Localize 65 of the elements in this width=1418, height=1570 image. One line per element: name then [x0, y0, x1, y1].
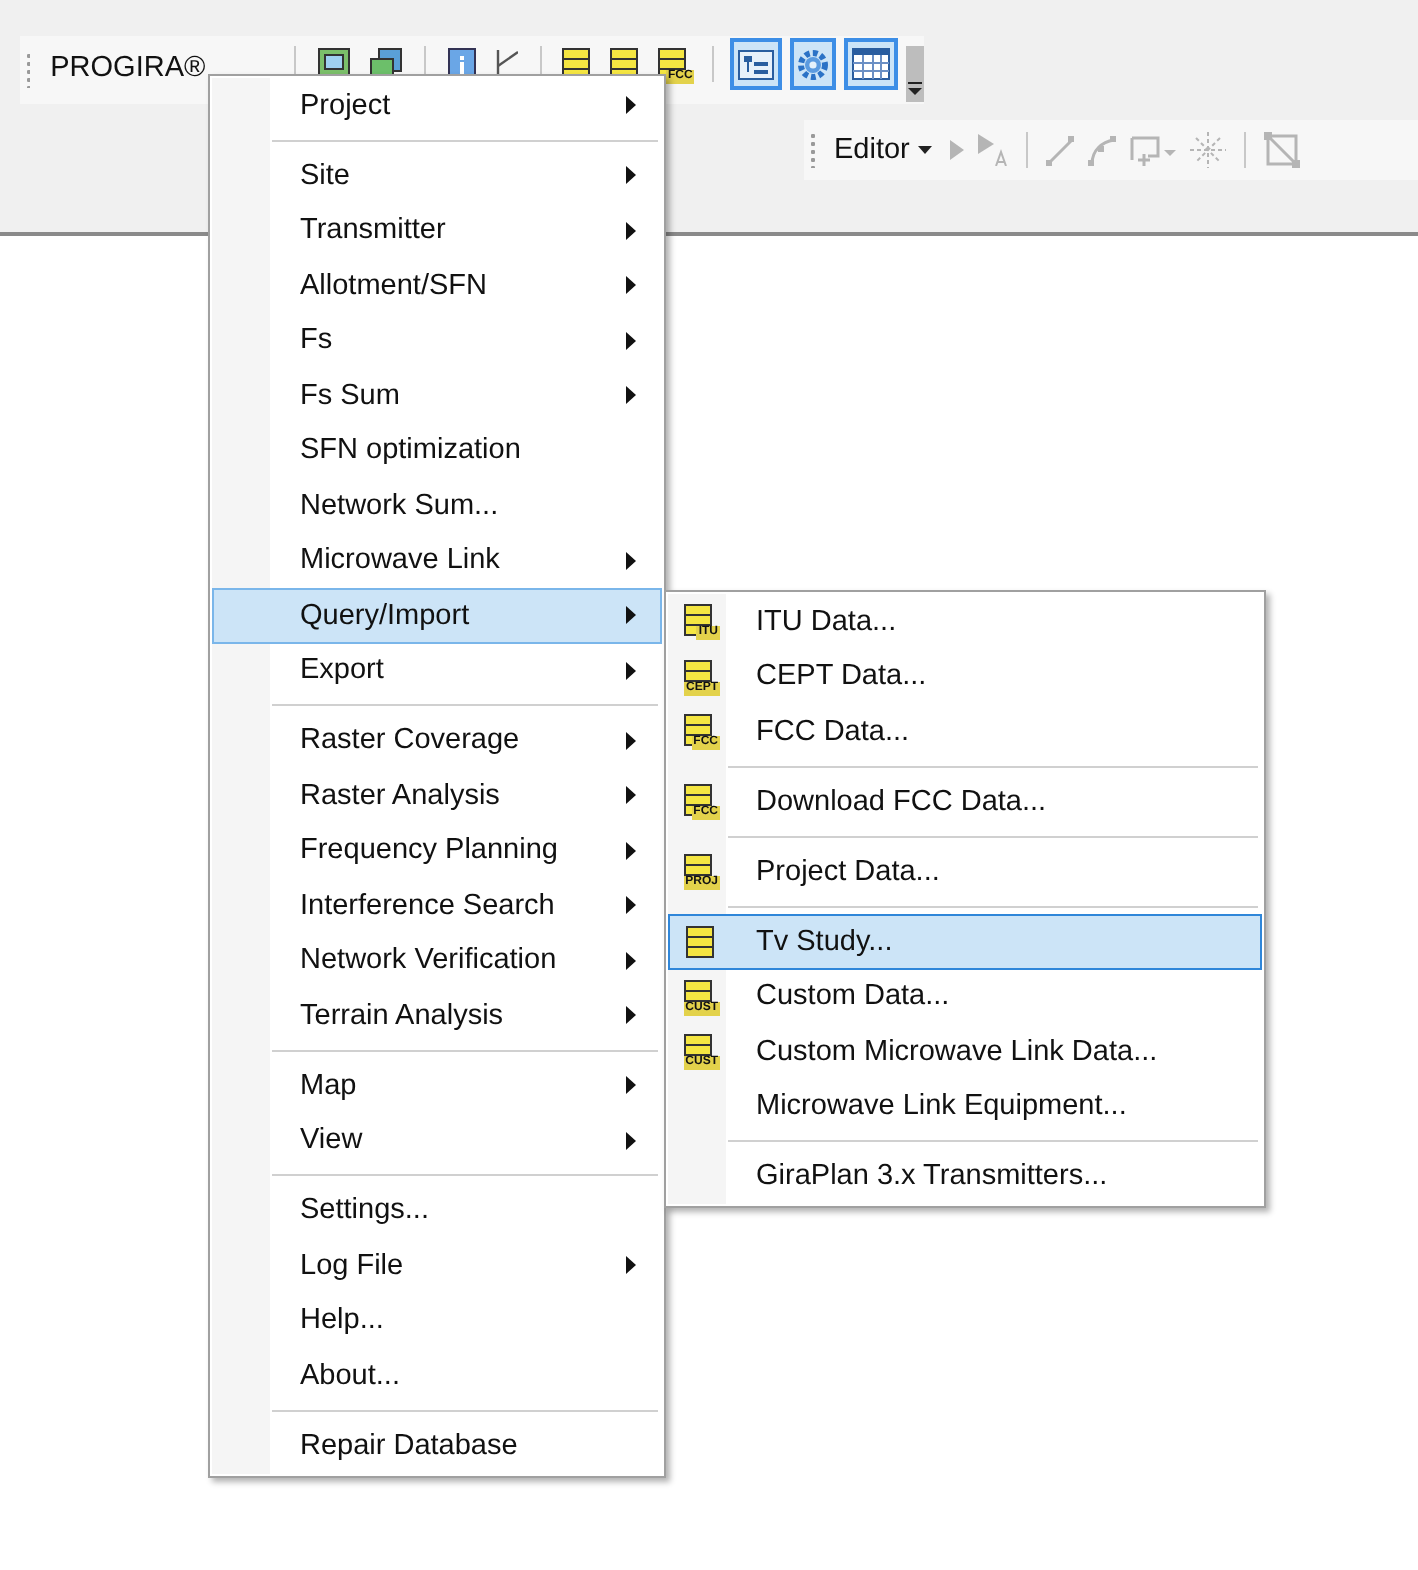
menu-item[interactable]: Settings... [212, 1183, 662, 1238]
menu-item[interactable]: Site [212, 148, 662, 203]
submenu-arrow-icon [626, 951, 636, 970]
submenu-arrow-icon [626, 841, 636, 860]
submenu-arrow-icon [626, 896, 636, 915]
menu-item[interactable]: Allotment/SFN [212, 258, 662, 313]
caret-icon [917, 146, 932, 154]
curve-icon [1087, 135, 1116, 165]
menu-item[interactable]: SFN optimization [212, 423, 662, 478]
menu-item[interactable]: Map [212, 1058, 662, 1113]
menu-item[interactable]: Microwave Link [212, 533, 662, 588]
menu-item[interactable]: GiraPlan 3.x Transmitters... [668, 1149, 1262, 1204]
pointer-text-icon [977, 134, 1008, 166]
spark-icon [1189, 132, 1226, 168]
submenu-arrow-icon [626, 1131, 636, 1150]
menu-item[interactable]: Project [212, 78, 662, 133]
submenu-arrow-icon [626, 221, 636, 240]
menu-item[interactable]: Log File [212, 1238, 662, 1293]
submenu-arrow-icon [626, 1006, 636, 1025]
menu-item[interactable]: Tv Study... [668, 914, 1262, 969]
menu-item[interactable]: Help... [212, 1293, 662, 1348]
submenu-arrow-icon [626, 276, 636, 295]
toolbar-button[interactable] [844, 38, 899, 90]
grip-handle[interactable] [810, 132, 816, 168]
submenu-arrow-icon [626, 96, 636, 115]
submenu-arrow-icon [626, 1076, 636, 1095]
submenu-arrow-icon [626, 386, 636, 405]
settings-icon [798, 49, 829, 79]
table-icon [852, 48, 891, 80]
overflow-button[interactable] [906, 46, 925, 102]
submenu-arrow-icon [626, 786, 636, 805]
menu-item[interactable]: View [212, 1113, 662, 1168]
submenu-arrow-icon [626, 1256, 636, 1275]
polygon-add-icon [1129, 135, 1176, 165]
submenu-arrow-icon [626, 331, 636, 350]
menu-item[interactable]: Transmitter [212, 203, 662, 258]
menu-item[interactable]: Interference Search [212, 878, 662, 933]
shape-edit-icon [1263, 132, 1300, 168]
menu-item[interactable]: Repair Database [212, 1418, 662, 1473]
menu-item[interactable]: Network Sum... [212, 478, 662, 533]
submenu-arrow-icon [626, 166, 636, 185]
menu-item[interactable]: Export [212, 643, 662, 698]
chevron-icon [906, 80, 925, 96]
menu-item[interactable]: About... [212, 1348, 662, 1403]
submenu-arrow-icon [626, 731, 636, 750]
submenu-arrow-icon [626, 551, 636, 570]
tree-view-icon [738, 49, 775, 79]
menu-item[interactable]: Network Verification [212, 933, 662, 988]
toolbar-title: PROGIRA® [50, 52, 208, 84]
pointer-icon [949, 140, 964, 160]
menu-item[interactable]: Raster Analysis [212, 768, 662, 823]
grip-handle[interactable] [26, 52, 31, 88]
editor-dropdown[interactable]: Editor [834, 134, 932, 166]
submenu-arrow-icon [626, 606, 636, 625]
menu-item[interactable]: Frequency Planning [212, 823, 662, 878]
toolbar-button[interactable] [730, 38, 783, 90]
line-icon [1045, 135, 1074, 165]
menu-item[interactable]: Raster Coverage [212, 713, 662, 768]
submenu-arrow-icon [626, 661, 636, 680]
menu-item[interactable]: Microwave Link Equipment... [668, 1079, 1262, 1134]
menu-item[interactable]: Query/Import [212, 588, 662, 643]
menu-item[interactable]: Terrain Analysis [212, 988, 662, 1043]
menu-item[interactable]: Fs [212, 313, 662, 368]
database-icon [686, 925, 714, 958]
menu-item[interactable]: Fs Sum [212, 368, 662, 423]
